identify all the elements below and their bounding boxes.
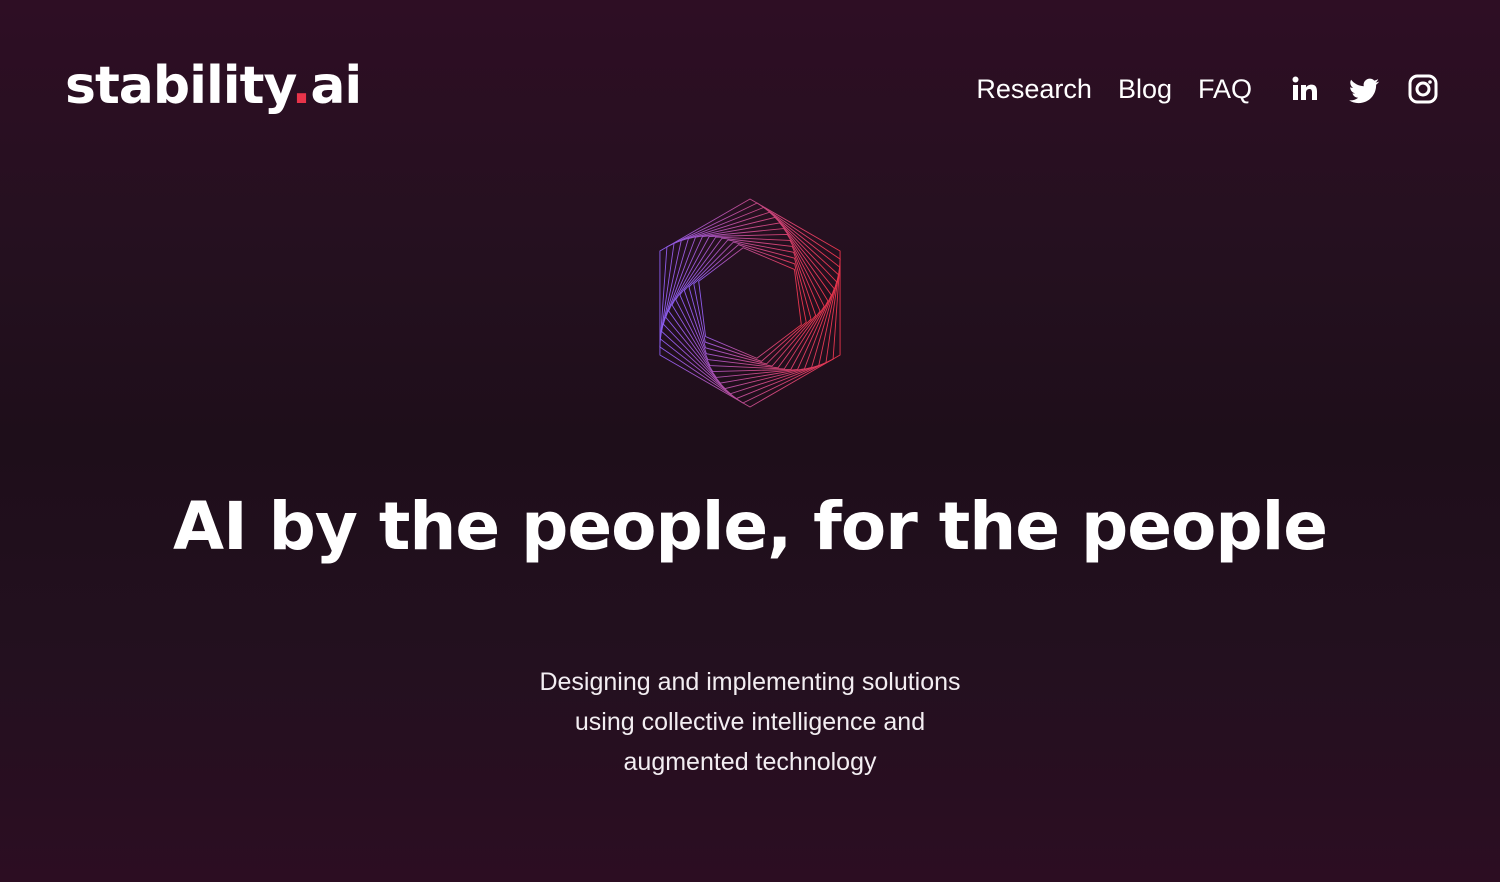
logo-dot: . xyxy=(291,56,312,116)
nav-blog-link[interactable]: Blog xyxy=(1118,68,1172,110)
logo[interactable]: stability.ai xyxy=(65,54,362,118)
nav-research-link[interactable]: Research xyxy=(976,68,1092,110)
hexagon-line xyxy=(665,222,835,384)
hexagon-line xyxy=(698,247,802,359)
hero-subtitle: Designing and implementing solutions usi… xyxy=(0,662,1500,782)
logo-suffix: ai xyxy=(310,56,362,116)
nav-faq-link[interactable]: FAQ xyxy=(1198,68,1252,110)
hexagon-line xyxy=(683,239,817,367)
twitter-icon[interactable] xyxy=(1348,71,1380,107)
hexagon-line xyxy=(688,241,812,365)
hero-subtitle-line: Designing and implementing solutions xyxy=(539,668,961,696)
main-nav: Research Blog FAQ xyxy=(976,68,1252,110)
hero-headline: AI by the people, for the people xyxy=(172,488,1328,565)
hexagon-line xyxy=(659,202,841,404)
social-links xyxy=(1289,71,1439,107)
hero-subtitle-line: using collective intelligence and xyxy=(574,708,926,736)
hexagon-logo xyxy=(659,198,841,408)
instagram-icon[interactable] xyxy=(1407,71,1439,107)
hexagon-line xyxy=(662,216,838,390)
hexagon-line xyxy=(659,206,841,400)
linkedin-icon[interactable] xyxy=(1289,71,1321,107)
hexagon-line xyxy=(693,244,807,362)
hexagon-line xyxy=(659,198,841,408)
logo-name: stability xyxy=(65,56,293,116)
hexagon-line xyxy=(671,233,829,373)
hero-subtitle-line: augmented technology xyxy=(623,748,877,776)
